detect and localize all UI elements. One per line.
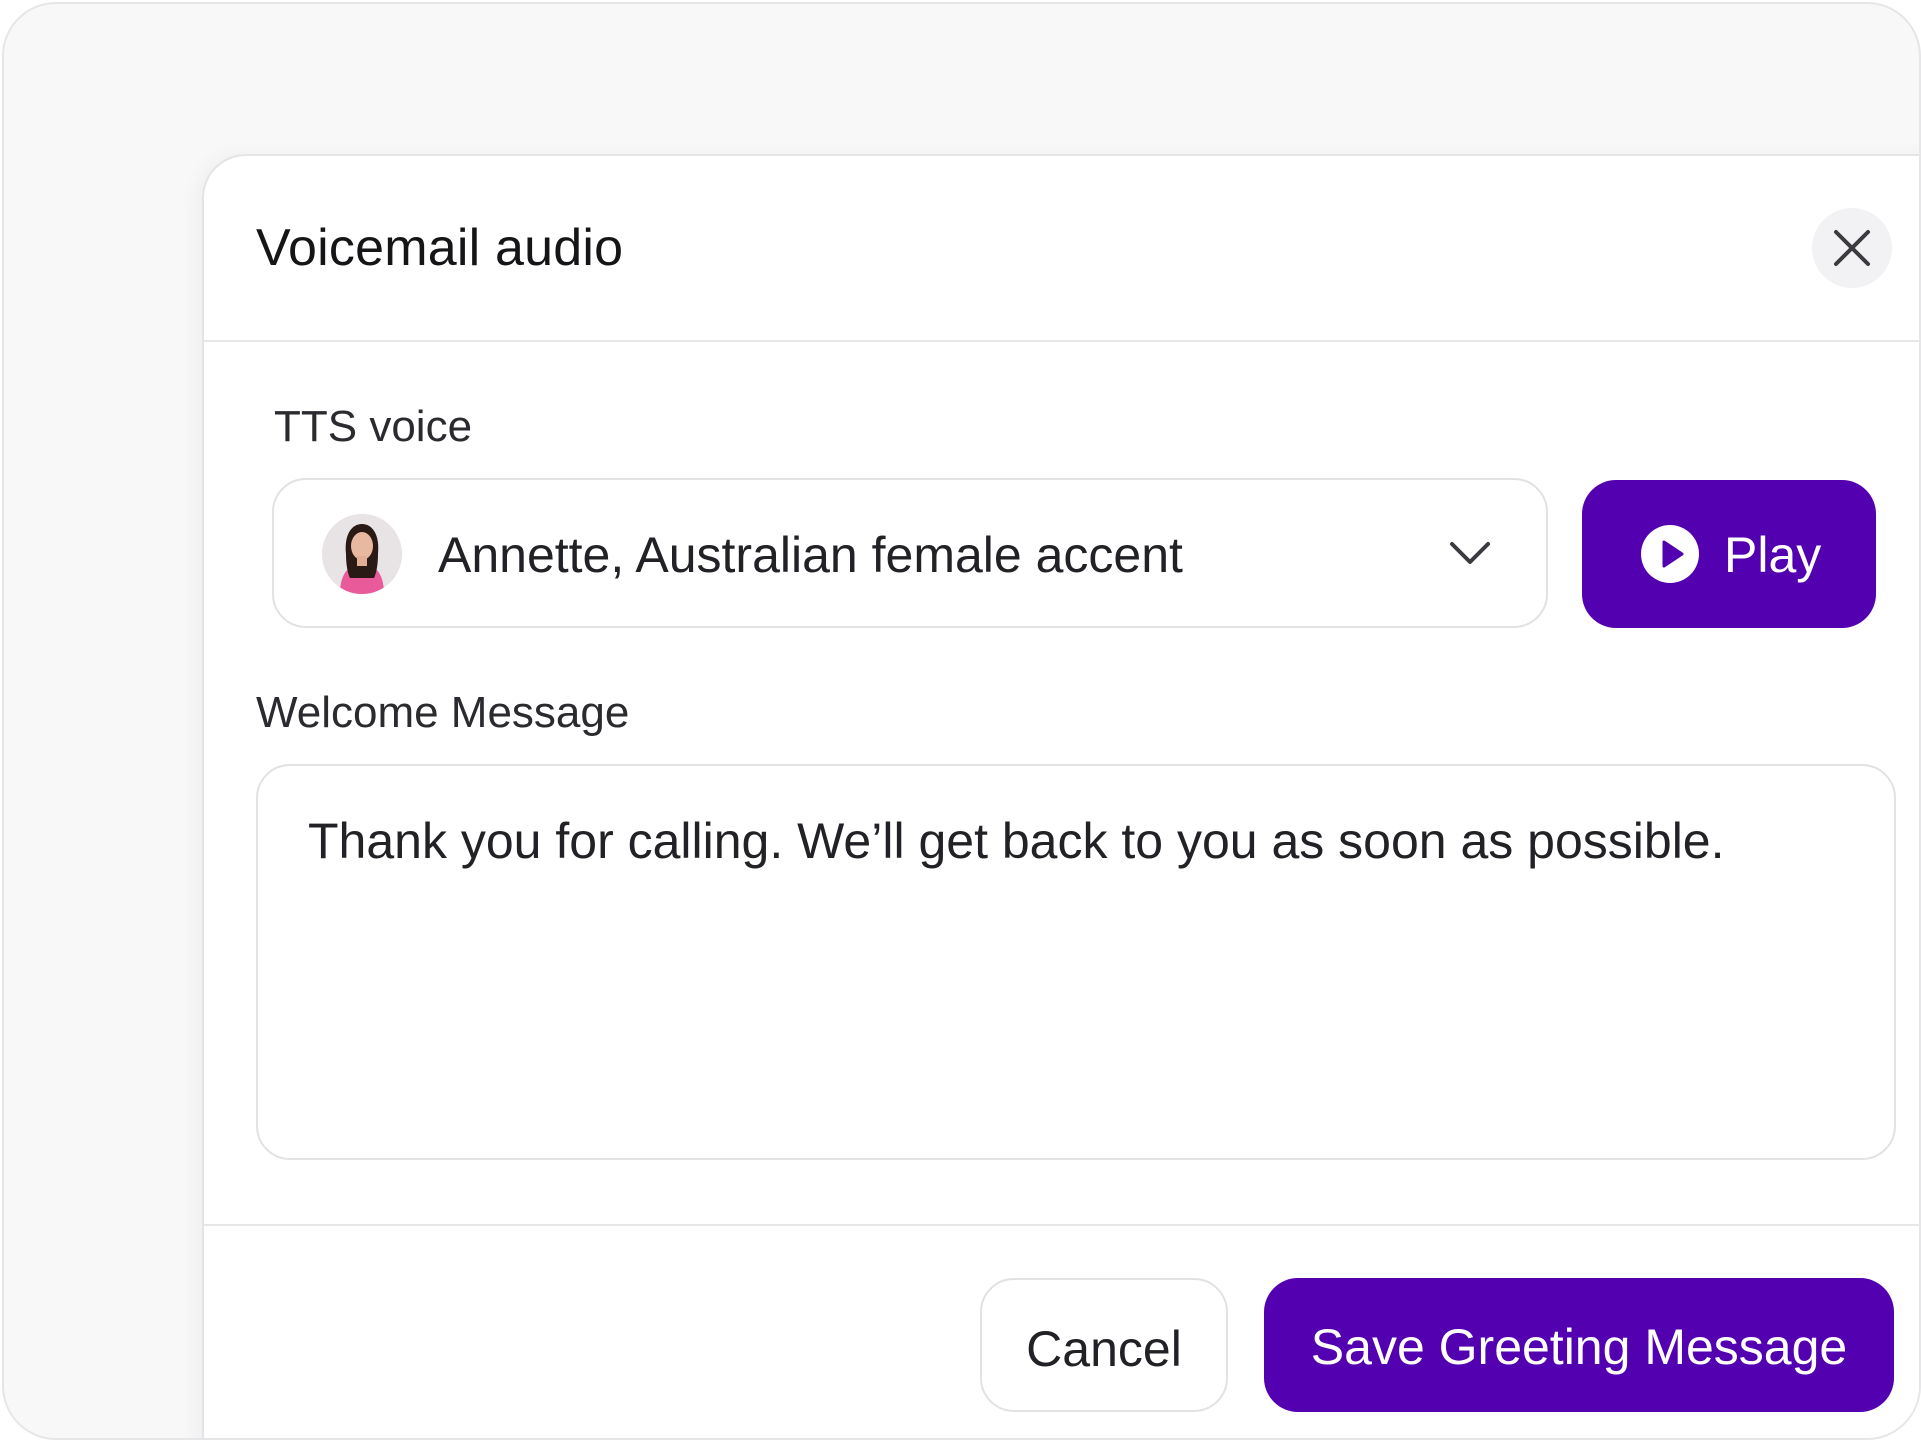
dialog-title: Voicemail audio: [256, 219, 624, 277]
welcome-message-text: Thank you for calling. We’ll get back to…: [308, 813, 1725, 869]
tts-voice-label: TTS voice: [274, 402, 473, 451]
close-icon: [1834, 230, 1870, 266]
selected-voice: Annette, Australian female accent: [438, 527, 1183, 583]
footer-divider: [204, 1224, 1919, 1226]
app-window: Voicemail audio TTS voice Annette, Austr…: [2, 2, 1921, 1440]
dialog-header: Voicemail audio: [204, 156, 1919, 342]
voicemail-audio-dialog: Voicemail audio TTS voice Annette, Austr…: [202, 154, 1919, 1438]
voice-avatar: [322, 514, 402, 594]
cancel-button[interactable]: Cancel: [980, 1278, 1228, 1412]
save-greeting-button[interactable]: Save Greeting Message: [1264, 1278, 1894, 1412]
play-label: Play: [1724, 527, 1822, 583]
welcome-message-textarea[interactable]: Thank you for calling. We’ll get back to…: [256, 764, 1896, 1160]
play-button[interactable]: Play: [1582, 480, 1876, 628]
cancel-label: Cancel: [1026, 1321, 1182, 1377]
play-circle-icon: [1641, 525, 1699, 583]
welcome-message-label: Welcome Message: [256, 688, 630, 737]
close-button[interactable]: [1812, 208, 1892, 288]
chevron-down-icon: [1450, 542, 1490, 564]
tts-voice-select[interactable]: Annette, Australian female accent: [272, 478, 1548, 628]
save-greeting-label: Save Greeting Message: [1310, 1319, 1848, 1375]
